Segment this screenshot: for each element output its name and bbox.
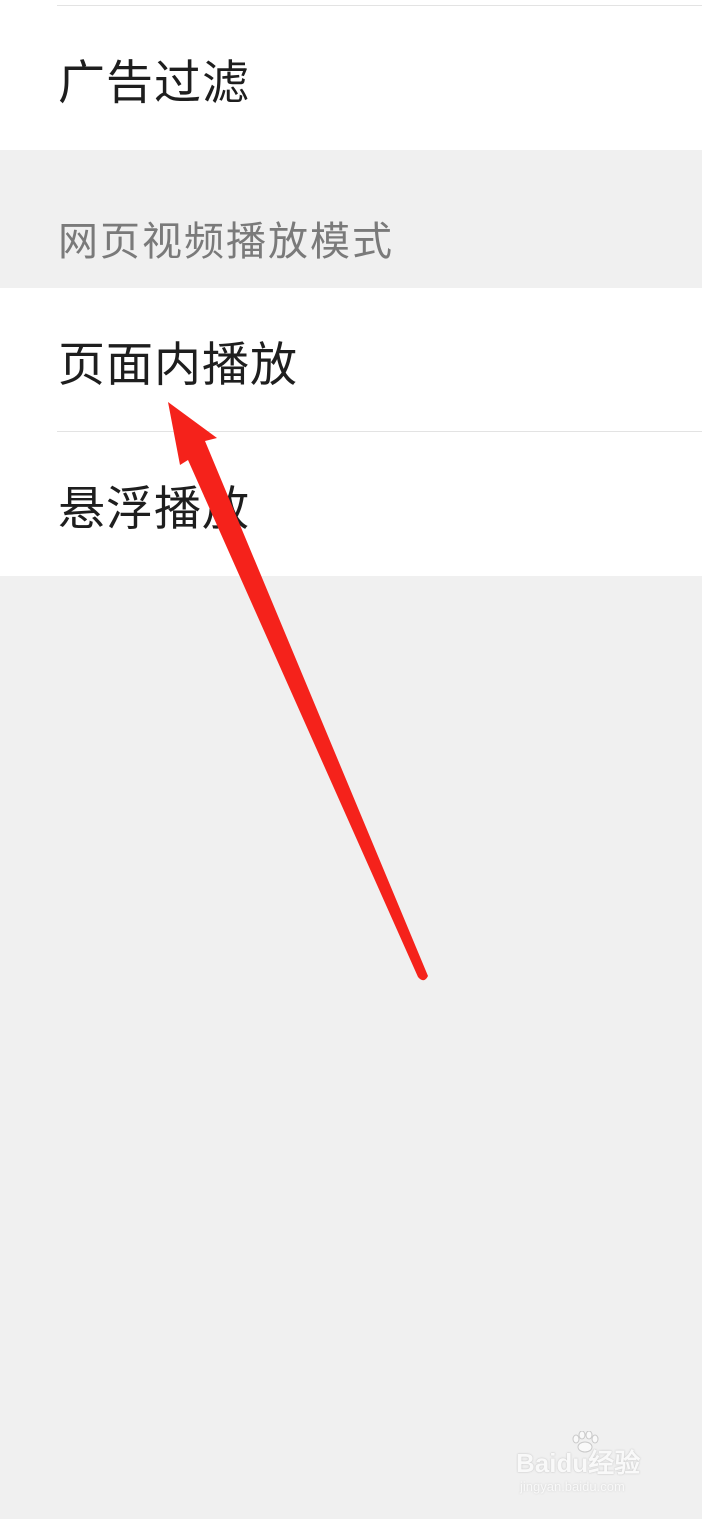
watermark-url: jingyan.baidu.com [520, 1479, 625, 1494]
ad-filter-row[interactable]: 广告过滤 [0, 6, 702, 150]
ad-filter-label: 广告过滤 [58, 55, 250, 111]
video-mode-options-group: 页面内播放 悬浮播放 [0, 288, 702, 576]
watermark-brand: Baidu经验 [516, 1448, 641, 1478]
ad-filter-group: 广告过滤 [0, 0, 702, 150]
baidu-jingyan-watermark: Baidu经验 jingyan.baidu.com [516, 1431, 666, 1501]
option-inline-play-label: 页面内播放 [58, 337, 298, 393]
settings-page: 广告过滤 网页视频播放模式 页面内播放 悬浮播放 Baidu经验 jingyan… [0, 0, 702, 1519]
option-inline-play[interactable]: 页面内播放 [0, 288, 702, 432]
option-floating-play-label: 悬浮播放 [58, 481, 250, 537]
video-mode-section-title: 网页视频播放模式 [58, 219, 394, 265]
option-floating-play[interactable]: 悬浮播放 [0, 432, 702, 576]
video-mode-section-header: 网页视频播放模式 [0, 150, 702, 288]
